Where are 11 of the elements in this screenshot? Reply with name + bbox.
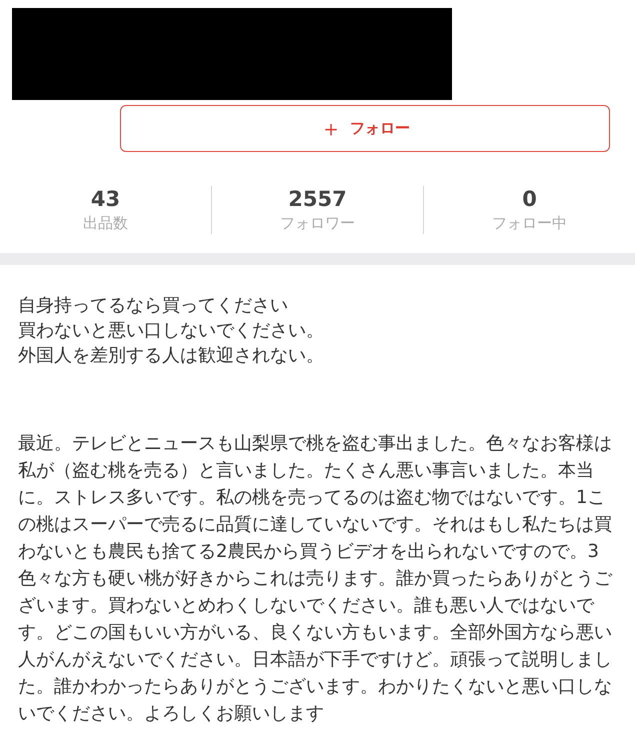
intro-line: 買わないと悪い口しないでください。 bbox=[18, 319, 325, 343]
description-paragraph: 最近。テレビとニュースも山梨県で桃を盗む事出ました。色々なお客様は私が（盗む桃を売る）と言いました。たくさん悪い事言いました。本当に。ストレス多いです。私の桃を売ってるのは盗む物ではないです。1この桃はスーパーで売るに品質に達していないです。それはもし私たちは買わないとも農民も捨てる2農民から買うビデオを出られないですので。3色々な方も硬い桃が好きからこれは売ります。誰か買ったらありがとうございます。買わないとめわくしないでください。誰も悪い人ではないです。どこの国もいい方がいる、良くない方もいます。全部外国方なら悪い人がんがえないでください。日本語が下手ですけど。頑張って説明しました。誰かわかったらありがとうございます。わかりたくないと悪い口しないでください。よろしくお願いします bbox=[17, 432, 614, 726]
stat-label: 出品数 bbox=[83, 213, 128, 234]
stat-label: フォロワー bbox=[280, 213, 355, 234]
stat-value: 0 bbox=[522, 186, 537, 212]
intro-line: 自身持ってるなら買ってください bbox=[18, 294, 289, 318]
follow-button[interactable]: ＋ フォロー bbox=[120, 105, 610, 152]
stat-value: 2557 bbox=[288, 186, 347, 212]
stat-value: 43 bbox=[90, 186, 120, 212]
intro-line: 外国人を差別する人は歓迎されない。 bbox=[18, 344, 325, 368]
stat-label: フォロー中 bbox=[492, 213, 567, 234]
